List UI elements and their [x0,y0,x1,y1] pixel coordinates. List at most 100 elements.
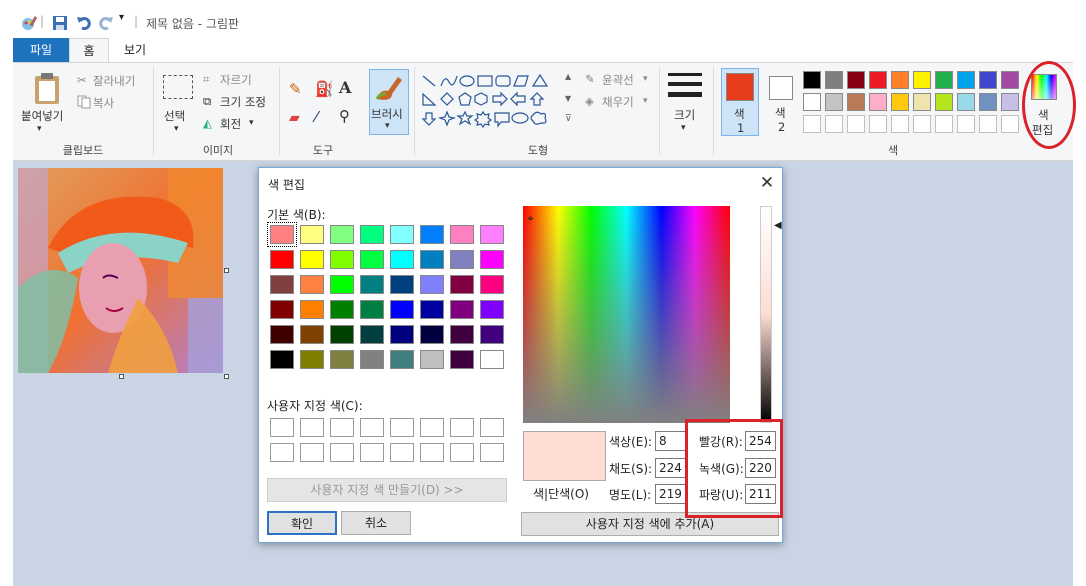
palette-color-swatch[interactable] [935,71,953,89]
custom-color-slot[interactable] [390,418,414,437]
basic-color-swatch[interactable] [360,275,384,294]
custom-color-slot[interactable] [300,418,324,437]
basic-color-swatch[interactable] [270,350,294,369]
palette-empty-slot[interactable] [869,115,887,133]
palette-empty-slot[interactable] [825,115,843,133]
tab-view[interactable]: 보기 [113,38,157,62]
outline-button[interactable]: 윤곽선 [602,72,634,88]
shapes-scroll-down-icon[interactable]: ▼ [565,94,571,103]
customize-qat-icon[interactable]: ▾ [119,12,124,28]
custom-color-slot[interactable] [360,443,384,462]
basic-color-swatch[interactable] [267,222,297,247]
outline-dropdown-icon[interactable]: ▾ [643,74,648,84]
palette-color-swatch[interactable] [803,93,821,111]
basic-color-swatch[interactable] [330,225,354,244]
custom-color-slot[interactable] [480,418,504,437]
palette-empty-slot[interactable] [891,115,909,133]
basic-color-swatch[interactable] [390,250,414,269]
fill-button[interactable]: 채우기 [602,94,634,110]
palette-empty-slot[interactable] [847,115,865,133]
shapes-scroll-up-icon[interactable]: ▲ [565,72,571,81]
paste-dropdown-icon[interactable]: ▾ [37,124,42,134]
basic-color-swatch[interactable] [270,325,294,344]
basic-color-swatch[interactable] [450,225,474,244]
palette-color-swatch[interactable] [957,93,975,111]
basic-color-swatch[interactable] [480,275,504,294]
custom-color-slot[interactable] [330,418,354,437]
undo-icon[interactable] [76,15,92,31]
basic-color-swatch[interactable] [360,250,384,269]
resize-handle-corner[interactable] [224,374,229,379]
define-custom-colors-button[interactable]: 사용자 지정 색 만들기(D) >> [267,478,507,502]
basic-color-swatch[interactable] [390,325,414,344]
basic-color-swatch[interactable] [450,300,474,319]
save-icon[interactable] [52,15,68,31]
custom-color-slot[interactable] [480,443,504,462]
palette-empty-slot[interactable] [979,115,997,133]
palette-color-swatch[interactable] [1001,71,1019,89]
basic-color-swatch[interactable] [360,325,384,344]
palette-empty-slot[interactable] [1001,115,1019,133]
palette-empty-slot[interactable] [957,115,975,133]
basic-color-swatch[interactable] [330,300,354,319]
paste-button[interactable]: 붙여넣기 [21,108,63,124]
basic-color-swatch[interactable] [330,350,354,369]
resize-button[interactable]: 크기 조정 [220,94,266,110]
basic-color-swatch[interactable] [480,225,504,244]
fill-icon[interactable]: ⛽ [315,80,334,98]
size-dropdown-icon[interactable]: ▾ [681,123,686,133]
palette-color-swatch[interactable] [825,93,843,111]
copy-button[interactable]: 복사 [93,95,114,111]
basic-color-swatch[interactable] [300,325,324,344]
palette-color-swatch[interactable] [891,71,909,89]
palette-color-swatch[interactable] [913,71,931,89]
basic-color-swatch[interactable] [360,300,384,319]
resize-handle-bottom[interactable] [119,374,124,379]
shapes-gallery[interactable] [421,72,569,132]
luminosity-slider[interactable] [760,206,772,423]
color-picker-icon[interactable]: ⁄ [315,108,318,126]
palette-empty-slot[interactable] [803,115,821,133]
cut-button[interactable]: 잘라내기 [93,73,135,89]
ok-button[interactable]: 확인 [267,511,337,535]
luminosity-input[interactable]: 219 [655,484,686,504]
cancel-button[interactable]: 취소 [341,511,411,535]
basic-color-swatch[interactable] [450,250,474,269]
basic-color-swatch[interactable] [480,300,504,319]
basic-color-swatch[interactable] [450,350,474,369]
brushes-dropdown-icon[interactable]: ▾ [385,121,390,131]
shapes-expand-icon[interactable]: ⊽ [565,114,572,124]
basic-color-swatch[interactable] [390,275,414,294]
redo-icon[interactable] [98,15,114,31]
basic-color-swatch[interactable] [390,300,414,319]
basic-color-swatch[interactable] [390,350,414,369]
basic-color-swatch[interactable] [480,250,504,269]
palette-color-swatch[interactable] [935,93,953,111]
custom-color-slot[interactable] [450,418,474,437]
color-spectrum[interactable]: ⌖ [523,206,730,423]
fill-dropdown-icon[interactable]: ▾ [643,96,648,106]
tab-file[interactable]: 파일 [13,38,69,62]
rotate-dropdown-icon[interactable]: ▾ [249,118,254,128]
basic-color-swatch[interactable] [330,250,354,269]
basic-color-swatch[interactable] [330,275,354,294]
color1-button[interactable]: 색 1 [721,68,759,136]
palette-color-swatch[interactable] [825,71,843,89]
basic-color-swatch[interactable] [300,300,324,319]
basic-color-swatch[interactable] [420,225,444,244]
resize-handle-right[interactable] [224,268,229,273]
basic-color-swatch[interactable] [390,225,414,244]
hue-input[interactable]: 8 [655,431,686,451]
basic-color-swatch[interactable] [360,225,384,244]
custom-color-slot[interactable] [390,443,414,462]
basic-color-swatch[interactable] [420,300,444,319]
palette-color-swatch[interactable] [847,71,865,89]
brushes-button[interactable]: 브러시 ▾ [369,69,409,135]
color2-button[interactable]: 색 2 [765,68,799,136]
select-button[interactable]: 선택 [164,108,185,124]
custom-color-slot[interactable] [270,443,294,462]
palette-color-swatch[interactable] [869,93,887,111]
solid-color-label[interactable]: 색|단색(O) [533,485,589,502]
custom-color-slot[interactable] [450,443,474,462]
canvas-image[interactable] [18,168,223,373]
